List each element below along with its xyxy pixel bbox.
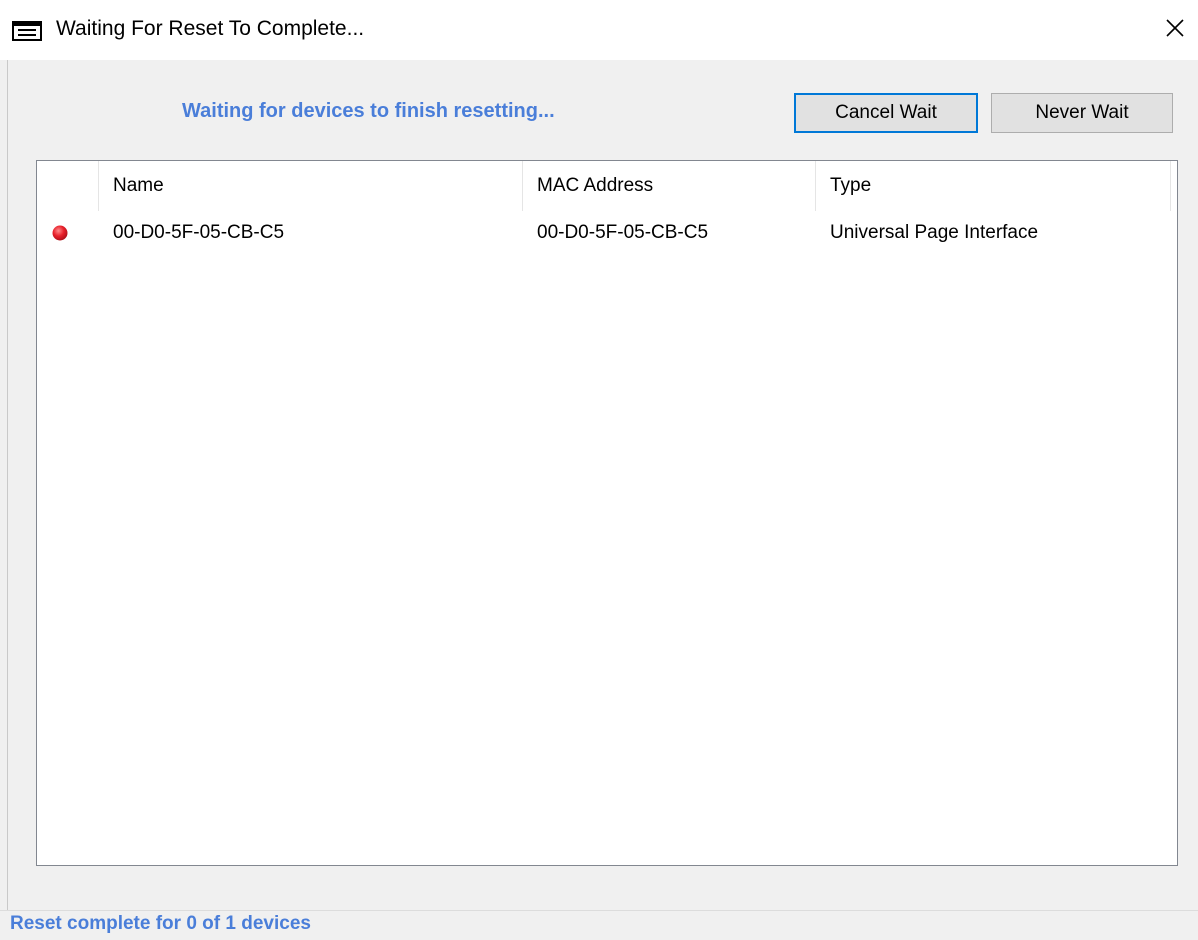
- application-window-icon: [12, 21, 42, 41]
- status-bar: Reset complete for 0 of 1 devices: [0, 910, 1198, 940]
- close-button[interactable]: [1152, 0, 1198, 60]
- column-header-type[interactable]: Type: [816, 161, 1170, 211]
- waiting-message: Waiting for devices to finish resetting.…: [182, 100, 555, 122]
- device-type-cell: Universal Page Interface: [830, 222, 1039, 243]
- reset-progress-text: Reset complete for 0 of 1 devices: [10, 913, 311, 934]
- device-mac-cell: 00-D0-5F-05-CB-C5: [537, 222, 709, 243]
- column-header-name[interactable]: Name: [99, 161, 522, 211]
- column-header-status[interactable]: [37, 161, 98, 211]
- column-separator[interactable]: [1170, 161, 1171, 211]
- column-header-mac-address[interactable]: MAC Address: [523, 161, 815, 211]
- close-icon: [1165, 18, 1185, 43]
- device-list[interactable]: Name MAC Address Type 00-D0-5F-05-CB-C5 …: [36, 160, 1178, 866]
- title-bar[interactable]: Waiting For Reset To Complete...: [0, 0, 1198, 60]
- red-status-dot-icon: [52, 225, 68, 241]
- device-row[interactable]: 00-D0-5F-05-CB-C5 00-D0-5F-05-CB-C5 Univ…: [37, 213, 1177, 253]
- device-name-cell: 00-D0-5F-05-CB-C5: [113, 222, 285, 243]
- list-header: Name MAC Address Type: [37, 161, 1177, 211]
- cancel-wait-button[interactable]: Cancel Wait: [794, 93, 978, 133]
- reset-wait-dialog: Waiting For Reset To Complete... Waiting…: [0, 0, 1198, 940]
- dialog-content: Waiting for devices to finish resetting.…: [8, 60, 1190, 910]
- never-wait-button[interactable]: Never Wait: [991, 93, 1173, 133]
- window-title: Waiting For Reset To Complete...: [56, 17, 365, 40]
- window-left-edge: [0, 60, 8, 910]
